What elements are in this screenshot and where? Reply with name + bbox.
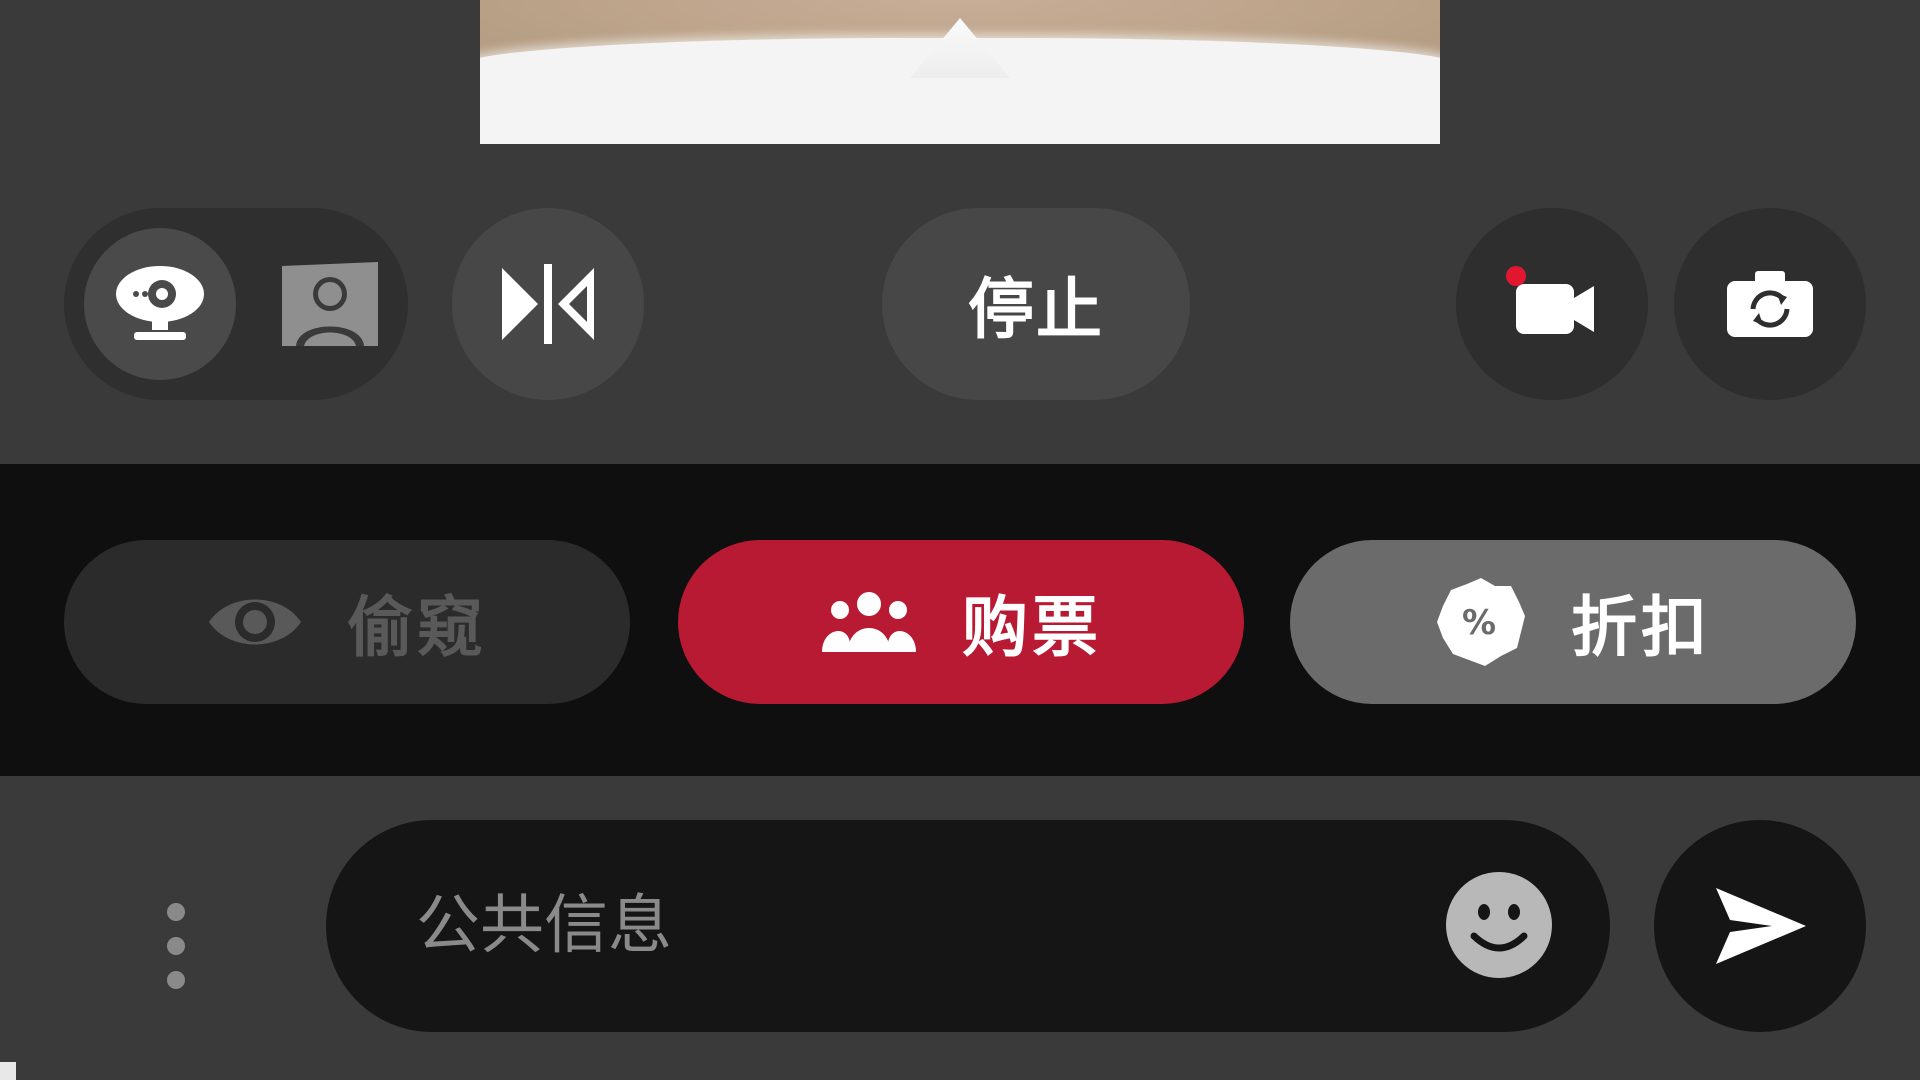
- public-message-input[interactable]: [416, 820, 1416, 1032]
- svg-text:%: %: [1462, 603, 1500, 643]
- spy-label: 偷窥: [347, 589, 487, 666]
- view-mode-toggle[interactable]: [64, 208, 408, 400]
- mirror-button[interactable]: [452, 208, 644, 400]
- group-icon: [822, 592, 916, 652]
- stream-controls: 停止: [0, 144, 1920, 464]
- more-dot: [167, 903, 185, 921]
- send-button[interactable]: [1654, 820, 1866, 1032]
- view-mode-webcam[interactable]: [84, 228, 236, 380]
- percent-badge-icon: %: [1437, 578, 1525, 666]
- chat-bar: [0, 776, 1920, 1080]
- public-message-field[interactable]: [326, 820, 1610, 1032]
- eye-icon: [209, 599, 301, 645]
- more-dot: [167, 971, 185, 989]
- video-record-icon: [1506, 266, 1594, 334]
- buy-ticket-button[interactable]: 购票: [678, 540, 1244, 704]
- webcam-icon: [116, 266, 204, 340]
- switch-camera-icon: [1727, 271, 1813, 337]
- stop-stream-label: 停止: [968, 271, 1104, 348]
- more-vertical-icon[interactable]: [136, 876, 216, 1016]
- send-icon: [1716, 888, 1806, 964]
- spy-button[interactable]: 偷窥: [64, 540, 630, 704]
- mirror-flip-icon: [502, 264, 594, 344]
- record-button[interactable]: [1456, 208, 1648, 400]
- camera-preview[interactable]: [480, 0, 1440, 144]
- live-stream-screen: 停止 偷窥 购票 % 折扣 公共信息: [0, 0, 1920, 1080]
- stop-stream-button[interactable]: 停止: [882, 208, 1190, 400]
- buy-ticket-label: 购票: [962, 589, 1102, 666]
- person-portrait-icon: [282, 262, 378, 346]
- more-dot: [167, 937, 185, 955]
- video-area: [0, 0, 1920, 144]
- view-mode-portrait[interactable]: [254, 228, 406, 380]
- action-bar: 偷窥 购票 % 折扣: [0, 464, 1920, 776]
- corner-marker: [0, 1062, 16, 1080]
- smiley-icon[interactable]: [1444, 870, 1554, 980]
- switch-camera-button[interactable]: [1674, 208, 1866, 400]
- discount-button[interactable]: % 折扣: [1290, 540, 1856, 704]
- discount-label: 折扣: [1571, 589, 1711, 666]
